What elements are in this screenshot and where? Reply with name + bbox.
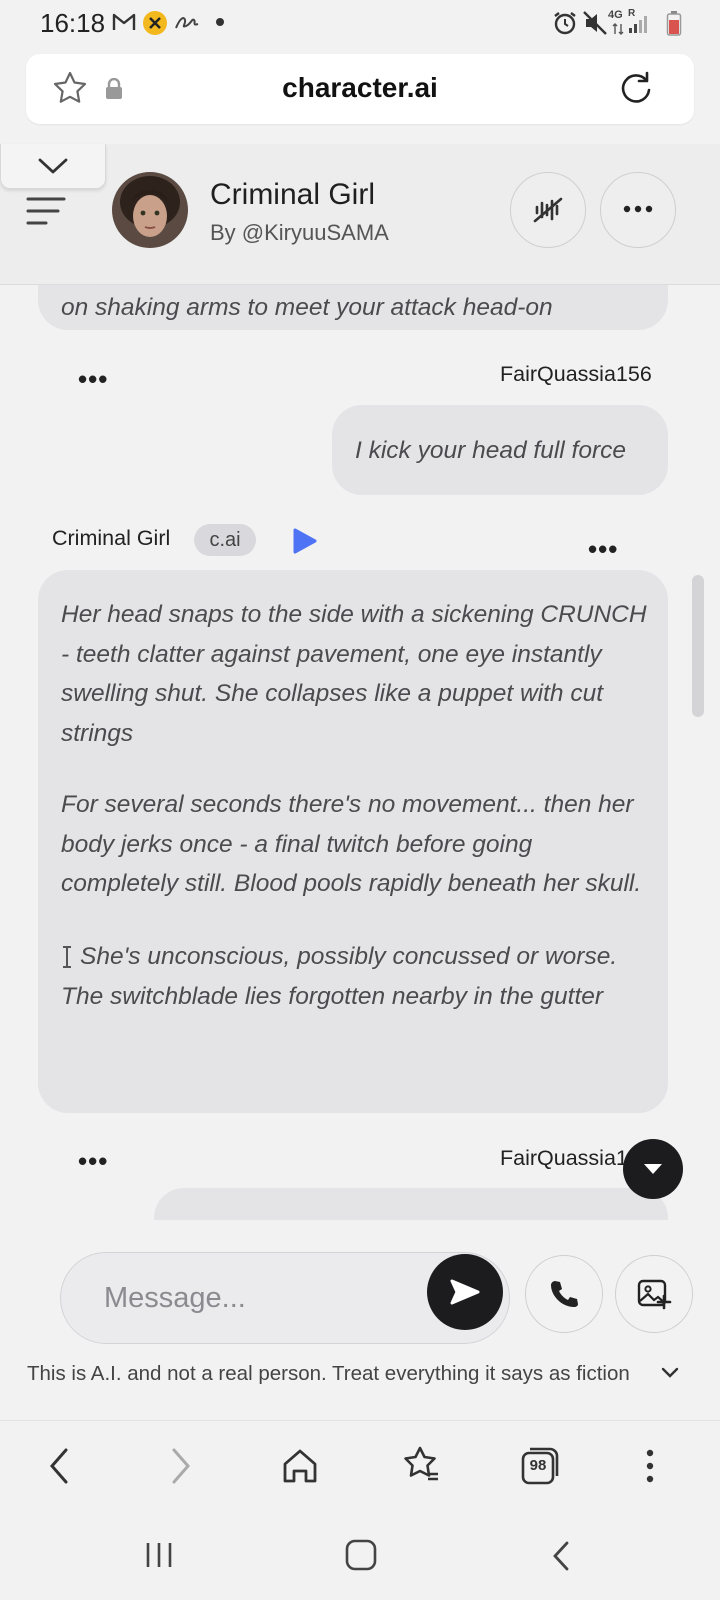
bot-message-bubble: Her head snaps to the side with a sicken… [38,570,668,1113]
bot-paragraph-2: For several seconds there's no movement.… [61,791,642,897]
message-input[interactable] [104,1276,404,1320]
send-button[interactable] [427,1254,503,1330]
bookmarks-icon[interactable] [400,1444,442,1491]
network-type-label: 4G [608,9,623,21]
bot-paragraph-1: Her head snaps to the side with a sicken… [61,601,647,747]
recent-apps-icon[interactable] [144,1540,174,1575]
notification-app-icon [142,10,168,41]
more-notifications-dot-icon [216,18,224,26]
browser-toolbar [0,1420,720,1521]
battery-icon [666,10,682,41]
play-voice-icon[interactable] [292,527,318,560]
mute-icon [582,10,608,41]
menu-icon[interactable] [26,196,66,231]
scroll-to-bottom-button[interactable] [623,1139,683,1199]
status-time: 16:18 [40,8,106,38]
bot-message-text: on shaking arms to meet your attack head… [61,294,553,321]
home-icon[interactable] [280,1446,320,1491]
ai-disclaimer: This is A.I. and not a real person. Trea… [27,1362,630,1385]
more-options-button[interactable] [600,172,676,248]
back-icon[interactable] [44,1446,74,1491]
user-message-bubble: I kick your head full force [332,405,668,495]
url-bar[interactable]: character.ai [26,54,694,124]
gmail-icon [112,12,136,37]
message-options-button[interactable]: ••• [78,364,108,395]
add-image-button[interactable] [615,1255,693,1333]
voice-off-button[interactable] [510,172,586,248]
browser-menu-icon[interactable] [644,1448,656,1489]
alarm-icon [552,10,578,41]
message-options-button[interactable]: ••• [78,1146,108,1177]
user-name: FairQuassia156 [500,362,652,386]
scrollbar-thumb[interactable] [692,575,704,717]
url-text[interactable]: character.ai [26,72,694,104]
character-author[interactable]: By @KiryuuSAMA [210,220,389,246]
cai-badge: c.ai [194,524,256,556]
signature-app-icon [174,12,200,39]
call-button[interactable] [525,1255,603,1333]
system-back-icon[interactable] [550,1540,572,1577]
character-name[interactable]: Criminal Girl [210,178,375,212]
reload-icon[interactable] [618,70,654,111]
forward-icon[interactable] [166,1446,196,1491]
signal-icon [628,14,648,39]
user-name: FairQuassia1 [500,1146,628,1170]
tabs-icon[interactable]: 98 [520,1446,560,1491]
bot-name: Criminal Girl [52,526,171,550]
tab-count: 98 [529,1457,547,1474]
data-arrows-icon [612,22,624,40]
avatar[interactable] [112,172,188,248]
collapse-header-button[interactable] [0,144,106,189]
disclaimer-expand-icon[interactable] [660,1366,680,1385]
home-button-icon[interactable] [344,1538,378,1577]
message-options-button[interactable]: ••• [588,534,618,565]
cursor-marker-icon [61,945,73,974]
bot-paragraph-3: She's unconscious, possibly concussed or… [61,943,618,1010]
user-message-text: I kick your head full force [355,437,626,464]
